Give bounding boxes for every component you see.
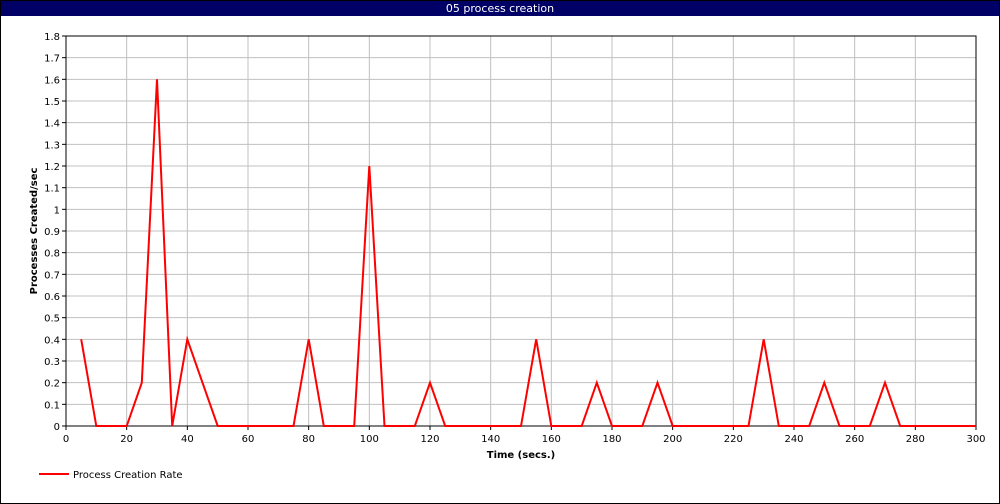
x-tick-label: 40	[181, 434, 194, 445]
chart-area: 0 0.1 0.2 0.3 0.4 0.5 0.6 0.7 0.8 0.9 1 1.1 1.2 1.3 1.…	[29, 32, 986, 481]
y-tick-label: 1.3	[44, 140, 60, 151]
y-tick-label: 1.7	[44, 54, 60, 65]
x-tick-label: 180	[602, 434, 621, 445]
x-tick-label: 0	[63, 434, 69, 445]
x-tick-label: 100	[360, 434, 379, 445]
y-tick-label: 1.1	[44, 184, 60, 195]
x-tick-label: 120	[420, 434, 439, 445]
y-tick-label: 1.4	[44, 119, 60, 130]
y-tick-label: 0.6	[44, 292, 60, 303]
y-tick-label: 1.8	[44, 32, 60, 43]
x-tick-label: 200	[663, 434, 682, 445]
x-axis: 0 20 40 60 80 100 120 140 160 180 200 220 240 260 280 3…	[63, 426, 986, 445]
x-tick-label: 300	[966, 434, 985, 445]
x-tick-label: 20	[120, 434, 133, 445]
x-tick-label: 80	[302, 434, 315, 445]
y-tick-label: 1.6	[44, 75, 60, 86]
y-tick-label: 0.4	[44, 335, 60, 346]
y-tick-label: 0.8	[44, 249, 60, 260]
grid-lines	[65, 35, 977, 427]
x-tick-label: 220	[724, 434, 743, 445]
x-tick-label: 60	[242, 434, 255, 445]
y-tick-label: 0.7	[44, 270, 60, 281]
y-tick-label: 1.5	[44, 97, 60, 108]
y-tick-label: 0	[54, 422, 60, 433]
x-tick-label: 160	[542, 434, 561, 445]
x-tick-label: 240	[784, 434, 803, 445]
x-tick-label: 260	[845, 434, 864, 445]
y-tick-label: 0.2	[44, 379, 60, 390]
y-tick-label: 1	[54, 205, 60, 216]
x-tick-label: 140	[481, 434, 500, 445]
legend: Process Creation Rate	[39, 470, 183, 481]
y-axis-title: Processes Created/sec	[29, 168, 40, 295]
x-tick-label: 280	[906, 434, 925, 445]
y-tick-label: 0.9	[44, 227, 60, 238]
y-axis: 0 0.1 0.2 0.3 0.4 0.5 0.6 0.7 0.8 0.9 1 1.1 1.2 1.3 1.…	[44, 32, 66, 433]
legend-label: Process Creation Rate	[73, 470, 183, 481]
chart-window: 05 process creation 0 0.1 0.2 0.3 0.4 0.5 0.6 0…	[0, 0, 1000, 504]
window-title: 05 process creation	[1, 1, 999, 16]
y-tick-label: 0.5	[44, 314, 60, 325]
y-tick-label: 0.1	[44, 400, 60, 411]
x-axis-title: Time (secs.)	[487, 450, 556, 461]
y-tick-label: 0.3	[44, 357, 60, 368]
y-tick-label: 1.2	[44, 162, 60, 173]
